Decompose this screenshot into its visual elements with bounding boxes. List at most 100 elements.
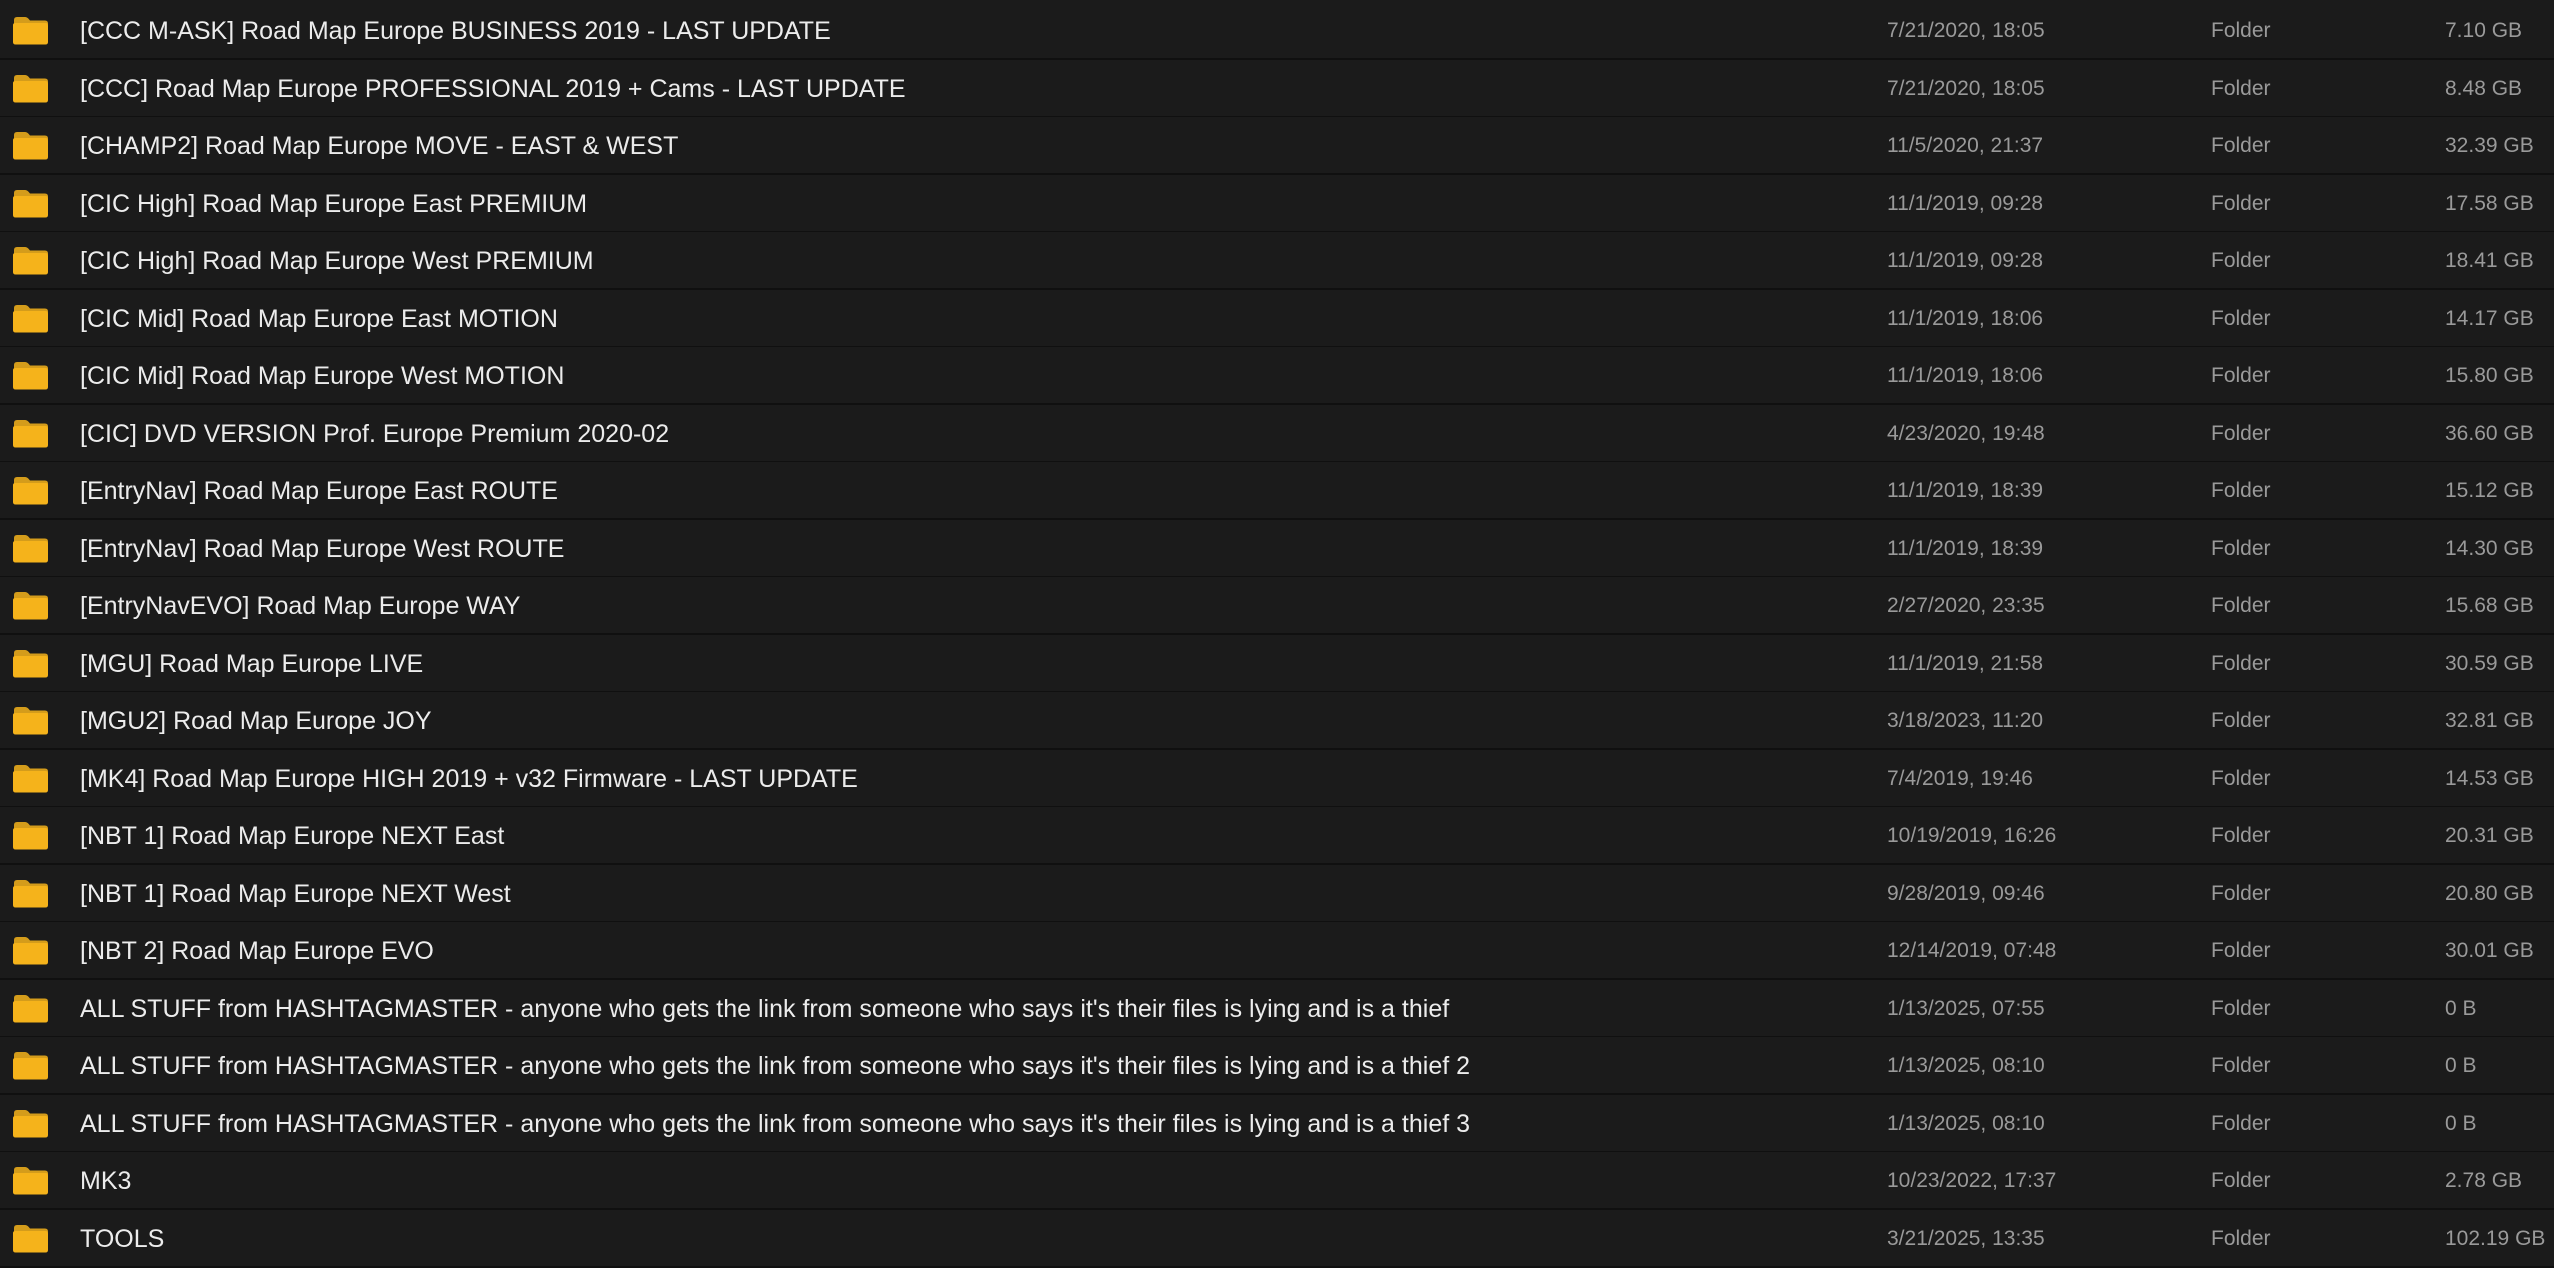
folder-icon	[12, 1051, 49, 1080]
folder-icon	[12, 16, 49, 45]
folder-icon	[12, 189, 49, 218]
file-kind: Folder	[2211, 594, 2271, 617]
file-name: [CIC High] Road Map Europe West PREMIUM	[80, 247, 594, 275]
file-size: 15.68 GB	[2445, 594, 2534, 617]
file-row[interactable]: [CCC] Road Map Europe PROFESSIONAL 2019 …	[0, 59, 2554, 118]
file-modified-date: 12/14/2019, 07:48	[1887, 939, 2057, 962]
file-modified-date: 10/19/2019, 16:26	[1887, 824, 2057, 847]
file-kind: Folder	[2211, 824, 2271, 847]
file-modified-date: 7/21/2020, 18:05	[1887, 76, 2045, 100]
file-size: 20.80 GB	[2445, 881, 2534, 905]
file-row[interactable]: [MGU2] Road Map Europe JOY 3/18/2023, 11:…	[0, 692, 2554, 750]
file-size: 30.59 GB	[2445, 651, 2534, 675]
folder-icon	[12, 591, 49, 620]
file-size: 15.12 GB	[2445, 479, 2534, 502]
file-row[interactable]: [CIC High] Road Map Europe East PREMIUM 1…	[0, 174, 2554, 233]
file-modified-date: 7/21/2020, 18:05	[1887, 19, 2045, 42]
file-kind: Folder	[2211, 1226, 2271, 1250]
folder-icon	[12, 419, 49, 448]
folder-icon	[12, 994, 49, 1023]
file-name: [MK4] Road Map Europe HIGH 2019 + v32 Fi…	[80, 764, 858, 793]
file-name: ALL STUFF from HASHTAGMASTER - anyone wh…	[80, 1052, 1471, 1080]
file-name: MK3	[80, 1167, 132, 1195]
folder-icon	[12, 246, 49, 275]
file-modified-date: 1/13/2025, 07:55	[1887, 996, 2045, 1020]
folder-icon	[12, 74, 49, 103]
file-modified-date: 1/13/2025, 08:10	[1887, 1054, 2045, 1077]
file-kind: Folder	[2211, 1054, 2271, 1077]
file-row[interactable]: [MK4] Road Map Europe HIGH 2019 + v32 Fi…	[0, 749, 2554, 808]
file-row[interactable]: ALL STUFF from HASHTAGMASTER - anyone wh…	[0, 979, 2554, 1038]
file-row[interactable]: [CIC] DVD VERSION Prof. Europe Premium 2…	[0, 404, 2554, 463]
file-name: [CIC] DVD VERSION Prof. Europe Premium 2…	[80, 419, 670, 448]
file-modified-date: 11/5/2020, 21:37	[1887, 134, 2044, 157]
file-modified-date: 10/23/2022, 17:37	[1887, 1169, 2057, 1192]
file-size: 7.10 GB	[2445, 19, 2523, 42]
file-modified-date: 11/1/2019, 18:06	[1887, 306, 2044, 330]
file-row[interactable]: [CIC Mid] Road Map Europe West MOTION 11/…	[0, 347, 2554, 405]
file-kind: Folder	[2211, 1111, 2271, 1135]
file-size: 0 B	[2445, 1111, 2477, 1135]
file-name: [CCC M-ASK] Road Map Europe BUSINESS 201…	[80, 17, 831, 45]
file-name: TOOLS	[80, 1224, 165, 1253]
file-size: 14.53 GB	[2445, 766, 2534, 790]
file-row[interactable]: [NBT 2] Road Map Europe EVO 12/14/2019, 0…	[0, 922, 2554, 980]
file-kind: Folder	[2211, 76, 2271, 100]
file-modified-date: 11/1/2019, 18:39	[1887, 479, 2044, 502]
file-modified-date: 11/1/2019, 18:39	[1887, 536, 2044, 560]
file-row[interactable]: [NBT 1] Road Map Europe NEXT West 9/28/20…	[0, 864, 2554, 923]
folder-icon	[12, 304, 49, 333]
file-row[interactable]: MK3 10/23/2022, 17:37 Folder 2.78 GB	[0, 1152, 2554, 1210]
file-size: 0 B	[2445, 1054, 2477, 1077]
file-row[interactable]: [CHAMP2] Road Map Europe MOVE - EAST & W…	[0, 117, 2554, 175]
file-row[interactable]: [CCC M-ASK] Road Map Europe BUSINESS 201…	[0, 2, 2554, 60]
file-name: [EntryNavEVO] Road Map Europe WAY	[80, 592, 521, 620]
file-row[interactable]: [MGU] Road Map Europe LIVE 11/1/2019, 21:…	[0, 634, 2554, 693]
file-name: [CHAMP2] Road Map Europe MOVE - EAST & W…	[80, 132, 679, 160]
file-name: [CIC Mid] Road Map Europe West MOTION	[80, 362, 565, 390]
file-size: 17.58 GB	[2445, 191, 2534, 215]
file-row[interactable]: [EntryNav] Road Map Europe East ROUTE 11/…	[0, 462, 2554, 520]
file-kind: Folder	[2211, 996, 2271, 1020]
file-kind: Folder	[2211, 709, 2271, 732]
file-name: [EntryNav] Road Map Europe West ROUTE	[80, 534, 565, 563]
file-kind: Folder	[2211, 651, 2271, 675]
file-size: 32.39 GB	[2445, 134, 2534, 157]
file-modified-date: 11/1/2019, 18:06	[1887, 364, 2044, 387]
file-size: 30.01 GB	[2445, 939, 2534, 962]
file-name: ALL STUFF from HASHTAGMASTER - anyone wh…	[80, 1109, 1471, 1138]
file-size: 36.60 GB	[2445, 421, 2534, 445]
file-row[interactable]: [EntryNav] Road Map Europe West ROUTE 11/…	[0, 519, 2554, 578]
file-size: 14.17 GB	[2445, 306, 2534, 330]
file-modified-date: 2/27/2020, 23:35	[1887, 594, 2045, 617]
file-kind: Folder	[2211, 306, 2271, 330]
file-kind: Folder	[2211, 134, 2271, 157]
file-row[interactable]: ALL STUFF from HASHTAGMASTER - anyone wh…	[0, 1037, 2554, 1095]
folder-icon	[12, 649, 49, 678]
file-size: 32.81 GB	[2445, 709, 2534, 732]
folder-icon	[12, 1224, 49, 1253]
file-row[interactable]: TOOLS 3/21/2025, 13:35 Folder 102.19 GB	[0, 1209, 2554, 1268]
file-size: 8.48 GB	[2445, 76, 2523, 100]
file-name: [MGU] Road Map Europe LIVE	[80, 649, 424, 678]
file-row[interactable]: [NBT 1] Road Map Europe NEXT East 10/19/2…	[0, 807, 2554, 865]
file-row[interactable]: ALL STUFF from HASHTAGMASTER - anyone wh…	[0, 1094, 2554, 1153]
file-row[interactable]: [CIC High] Road Map Europe West PREMIUM 1…	[0, 232, 2554, 290]
file-kind: Folder	[2211, 939, 2271, 962]
folder-icon	[12, 534, 49, 563]
file-modified-date: 11/1/2019, 21:58	[1887, 651, 2044, 675]
file-name: [CIC Mid] Road Map Europe East MOTION	[80, 304, 558, 333]
file-modified-date: 4/23/2020, 19:48	[1887, 421, 2045, 445]
folder-icon	[12, 764, 49, 793]
folder-icon	[12, 1166, 49, 1195]
file-row[interactable]: [CIC Mid] Road Map Europe East MOTION 11/…	[0, 289, 2554, 348]
file-kind: Folder	[2211, 536, 2271, 560]
file-size: 2.78 GB	[2445, 1169, 2523, 1192]
file-modified-date: 11/1/2019, 09:28	[1887, 249, 2044, 272]
file-kind: Folder	[2211, 881, 2271, 905]
file-name: ALL STUFF from HASHTAGMASTER - anyone wh…	[80, 994, 1450, 1023]
file-row[interactable]: [EntryNavEVO] Road Map Europe WAY 2/27/20…	[0, 577, 2554, 635]
file-name: [CCC] Road Map Europe PROFESSIONAL 2019 …	[80, 74, 906, 103]
file-kind: Folder	[2211, 191, 2271, 215]
folder-icon	[12, 476, 49, 505]
